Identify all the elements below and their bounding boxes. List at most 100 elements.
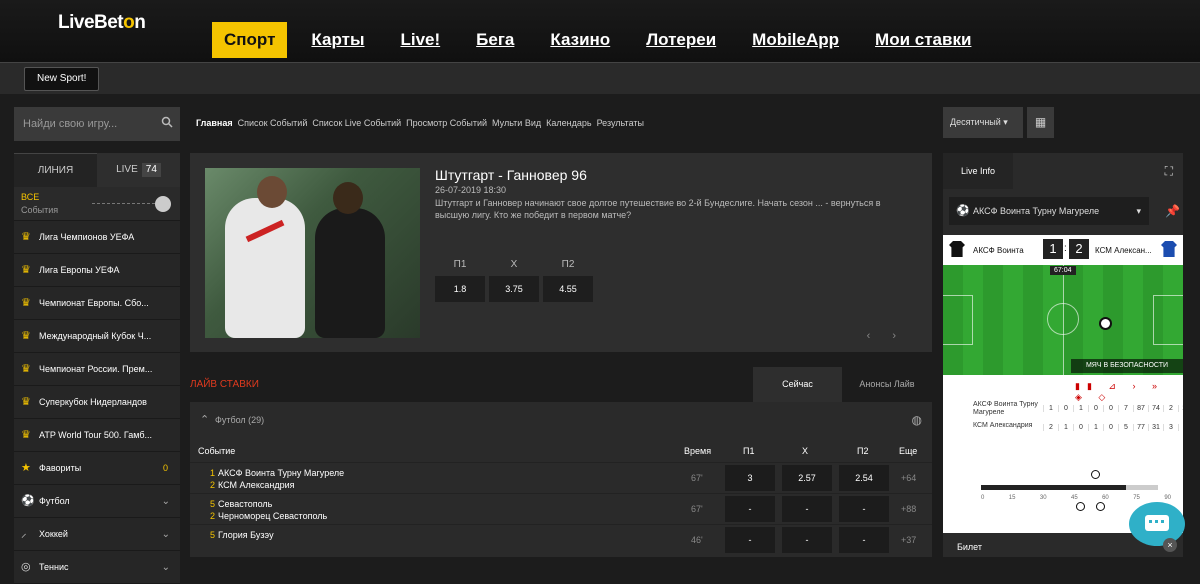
sidebar-item-league[interactable]: ♛ Чемпионат Европы. Сбо...	[14, 287, 180, 320]
sidebar-item-league[interactable]: ♛ Лига Европы УЕФА	[14, 254, 180, 287]
trophy-icon: ♛	[21, 330, 31, 342]
match-select[interactable]: ⚽ АКСФ Воинта Турну Магуреле ▾	[949, 197, 1149, 225]
logo[interactable]: LiveBeton	[58, 12, 146, 34]
crumb-home[interactable]: Главная	[196, 118, 233, 128]
stats-row-team1: 1010078774210	[1043, 405, 1183, 412]
odds-button[interactable]: 2.54	[839, 465, 889, 491]
odds-button[interactable]: -	[782, 496, 832, 522]
more-markets[interactable]: +64	[901, 473, 916, 483]
match-tracker: АКСФ Воинта 1 : 2 КСМ Алексан... 67:04 М…	[943, 235, 1183, 533]
trophy-icon: ♛	[21, 231, 31, 243]
sidebar-item-football[interactable]: ⚽ Футбол ⌄	[14, 485, 180, 518]
table-row[interactable]: 5 Севастополь 2 Черноморец Севастополь 67' …	[190, 493, 932, 524]
breadcrumb: Главная Список Событий Список Live Событ…	[196, 118, 649, 128]
sidebar-item-favorites[interactable]: ★ Фавориты 0	[14, 452, 180, 485]
more-markets[interactable]: +37	[901, 535, 916, 545]
odds-button-x[interactable]: 3.75	[489, 276, 539, 302]
pitch-view: 67:04 МЯЧ В БЕЗОПАСНОСТИ	[943, 265, 1183, 375]
all-events-toggle[interactable]	[92, 196, 171, 212]
nav-cards[interactable]: Карты	[299, 22, 376, 58]
more-markets[interactable]: +88	[901, 504, 916, 514]
odds-button[interactable]: -	[725, 496, 775, 522]
sidebar-item-league[interactable]: ♛ Международный Кубок Ч...	[14, 320, 180, 353]
sidebar-item-league[interactable]: ♛ Лига Чемпионов УЕФА	[14, 221, 180, 254]
expand-icon[interactable]: ⛶	[1165, 164, 1173, 179]
odds-button[interactable]: -	[839, 527, 889, 553]
globe-icon[interactable]: ◍	[912, 413, 922, 427]
tab-line[interactable]: ЛИНИЯ	[14, 153, 97, 187]
chat-button[interactable]: ×	[1129, 502, 1185, 552]
crumb-multiview[interactable]: Мульти Вид	[492, 118, 541, 128]
scoreboard: АКСФ Воинта 1 : 2 КСМ Алексан...	[943, 235, 1183, 265]
nav-races[interactable]: Бега	[464, 22, 526, 58]
tab-live[interactable]: LIVE 74	[97, 153, 180, 187]
team2-shirt-icon	[1161, 241, 1177, 257]
nav-live[interactable]: Live!	[388, 22, 452, 58]
ball-icon	[1099, 317, 1112, 330]
odds-button-p2[interactable]: 4.55	[543, 276, 593, 302]
chevron-right-icon[interactable]: ›	[892, 330, 918, 342]
column-headers: Событие Время П1 X П2 Еще	[198, 446, 918, 456]
odds-button[interactable]: -	[725, 527, 775, 553]
pin-icon[interactable]: 📌	[1165, 204, 1180, 218]
crumb-calendar[interactable]: Календарь	[546, 118, 591, 128]
nav-sport[interactable]: Спорт	[212, 22, 288, 58]
tab-now[interactable]: Сейчас	[753, 367, 842, 402]
football-icon: ⚽	[956, 205, 970, 217]
crumb-view-events[interactable]: Просмотр Событий	[406, 118, 487, 128]
trophy-icon: ♛	[21, 396, 31, 408]
star-icon: ★	[21, 462, 31, 474]
sidebar-item-league[interactable]: ♛ ATP World Tour 500. Гамб...	[14, 419, 180, 452]
calculator-icon[interactable]: ▦	[1027, 107, 1054, 138]
nav-casino[interactable]: Казино	[538, 22, 622, 58]
live-table: ⌃ Футбол (29) ◍ Событие Время П1 X П2 Ещ…	[190, 402, 932, 557]
match-stats: АКСФ Воинта Турну Магуреле 1010078774210…	[943, 385, 1183, 433]
crumb-live-events[interactable]: Список Live Событий	[312, 118, 401, 128]
odds-button[interactable]: 2.57	[782, 465, 832, 491]
sidebar-item-league[interactable]: ♛ Чемпионат России. Прем...	[14, 353, 180, 386]
search-box[interactable]: Найди свою игру...	[14, 107, 180, 141]
chevron-down-icon: ⌄	[161, 496, 170, 507]
odds-button[interactable]: -	[782, 527, 832, 553]
featured-odds: П1 1.8 X 3.75 П2 4.55	[435, 259, 597, 302]
trophy-icon: ♛	[21, 264, 31, 276]
trophy-icon: ♛	[21, 297, 31, 309]
crumb-results[interactable]: Результаты	[597, 118, 644, 128]
search-icon[interactable]	[161, 116, 173, 128]
nav-my-bets[interactable]: Мои ставки	[863, 22, 983, 58]
score-home: 1	[1043, 239, 1063, 259]
close-icon[interactable]: ×	[1163, 538, 1177, 552]
odds-format-select[interactable]: Десятичный ▾	[943, 107, 1023, 138]
tab-live-announcements[interactable]: Анонсы Лайв	[842, 367, 932, 402]
all-events[interactable]: ВСЕ События	[14, 187, 180, 221]
crumb-events[interactable]: Список Событий	[238, 118, 308, 128]
main-nav: Спорт Карты Live! Бега Казино Лотереи Mo…	[212, 22, 995, 58]
trophy-icon: ♛	[21, 429, 31, 441]
nav-lotteries[interactable]: Лотереи	[634, 22, 728, 58]
search-placeholder: Найди свою игру...	[23, 118, 118, 130]
chat-icon	[1145, 515, 1169, 531]
hockey-icon: ⸝	[21, 528, 27, 540]
live-info-widget: Live Info ⛶ ⚽ АКСФ Воинта Турну Магуреле ▾…	[943, 153, 1183, 533]
chevron-up-icon[interactable]: ⌃	[200, 413, 209, 426]
table-row[interactable]: 5 Глория Бузэу 46' - - - +37	[190, 524, 932, 555]
carousel-arrows[interactable]: ‹›	[867, 330, 918, 342]
top-header: LiveBeton Спорт Карты Live! Бега Казино …	[0, 0, 1200, 62]
sidebar-item-hockey[interactable]: ⸝ Хоккей ⌄	[14, 518, 180, 551]
sport-group-header[interactable]: ⌃ Футбол (29) ◍	[190, 402, 932, 438]
tab-live-info[interactable]: Live Info	[943, 153, 1013, 189]
score-away: 2	[1069, 239, 1089, 259]
sidebar-item-league[interactable]: ♛ Суперкубок Нидерландов	[14, 386, 180, 419]
table-row[interactable]: 1 АКСФ Воинта Турну Магуреле 2 КСМ Александ…	[190, 462, 932, 493]
odds-button[interactable]: 3	[725, 465, 775, 491]
nav-mobileapp[interactable]: MobileApp	[740, 22, 851, 58]
odds-button-p1[interactable]: 1.8	[435, 276, 485, 302]
featured-date: 26-07-2019 18:30	[435, 185, 507, 195]
odds-button[interactable]: -	[839, 496, 889, 522]
caret-down-icon: ▾	[1003, 117, 1008, 127]
live-count-badge: 74	[141, 163, 161, 177]
chevron-left-icon[interactable]: ‹	[867, 330, 893, 342]
sidebar-item-tennis[interactable]: ◎ Теннис ⌄	[14, 551, 180, 584]
featured-title[interactable]: Штутгарт - Ганновер 96	[435, 167, 587, 183]
new-sport-button[interactable]: New Sport!	[24, 67, 100, 91]
